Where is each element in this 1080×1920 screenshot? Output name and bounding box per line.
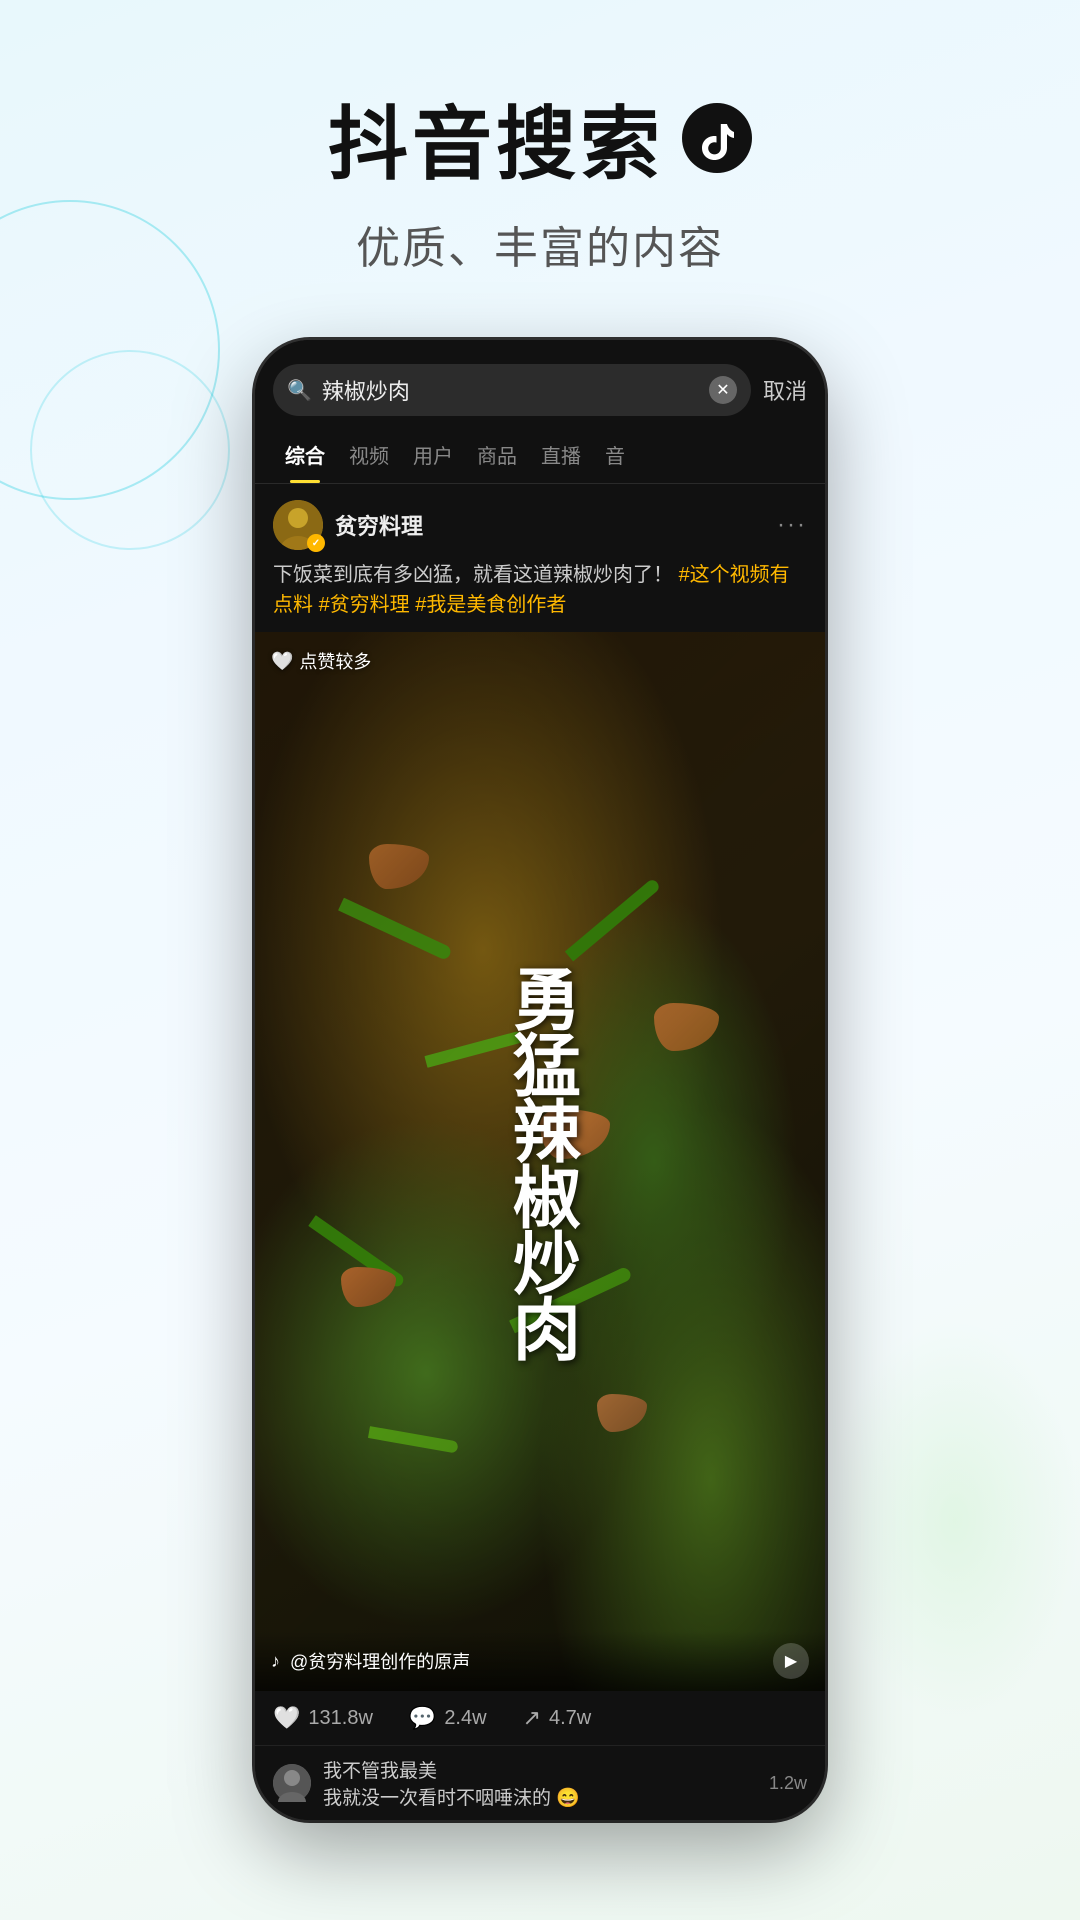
search-query-text: 辣椒炒肉 <box>322 374 699 406</box>
likes-stat[interactable]: 🤍 131.8w <box>273 1705 373 1731</box>
bg-decoration-blob <box>830 1320 1080 1720</box>
video-bottom-bar: ♪ @贫穷料理创作的原声 ▶ <box>255 1631 825 1691</box>
hashtag-2[interactable]: #贫穷料理 <box>319 594 416 616</box>
tab-music[interactable]: 音 <box>593 426 637 483</box>
tab-user[interactable]: 用户 <box>401 426 465 483</box>
comment-count-badge: 1.2w <box>769 1773 807 1794</box>
more-options-button[interactable]: ··· <box>777 511 807 539</box>
phone-screen: 🔍 辣椒炒肉 ✕ 取消 综合 视频 用户 商品 直播 音 <box>255 340 825 1820</box>
likes-badge: 🤍 点赞较多 <box>271 648 371 674</box>
shares-count: 4.7w <box>549 1707 591 1730</box>
main-title: 抖音搜索 <box>0 80 1080 196</box>
video-thumbnail: 勇猛辣椒炒肉 🤍 点赞较多 ♪ @贫穷料理创作的原声 ▶ <box>255 632 825 1691</box>
play-button[interactable]: ▶ <box>773 1643 809 1679</box>
tiktok-small-logo: ♪ <box>271 1651 280 1672</box>
likes-count: 131.8w <box>308 1707 373 1730</box>
tiktok-logo-icon <box>695 116 740 161</box>
search-input-container[interactable]: 🔍 辣椒炒肉 ✕ <box>273 364 751 416</box>
sound-label: @贫穷料理创作的原声 <box>290 1648 763 1674</box>
verified-badge: ✓ <box>307 534 325 552</box>
comment-text: 我就没一次看时不咽唾沫的 😄 <box>323 1788 580 1809</box>
likes-badge-text: 点赞较多 <box>299 648 371 674</box>
title-text: 抖音搜索 <box>328 80 664 196</box>
post-description: 下饭菜到底有多凶猛，就看这道辣椒炒肉了！ #这个视频有点料 #贫穷料理 #我是美… <box>255 560 825 632</box>
tab-product[interactable]: 商品 <box>465 426 529 483</box>
engagement-row: 🤍 131.8w 💬 2.4w ↗ 4.7w <box>255 1691 825 1745</box>
phone-mockup: 🔍 辣椒炒肉 ✕ 取消 综合 视频 用户 商品 直播 音 <box>255 340 825 1820</box>
subtitle: 优质、丰富的内容 <box>0 212 1080 276</box>
post-desc-text: 下饭菜到底有多凶猛，就看这道辣椒炒肉了！ <box>273 564 673 586</box>
comments-stat[interactable]: 💬 2.4w <box>409 1705 487 1731</box>
share-icon: ↗ <box>523 1705 541 1731</box>
avatar-container: ✓ <box>273 500 323 550</box>
post-header: ✓ 贫穷料理 ··· <box>255 484 825 560</box>
content-area: ✓ 贫穷料理 ··· 下饭菜到底有多凶猛，就看这道辣椒炒肉了！ #这个视频有点料… <box>255 484 825 1820</box>
search-icon: 🔍 <box>287 378 312 403</box>
tab-comprehensive[interactable]: 综合 <box>273 426 337 483</box>
hashtag-3[interactable]: #我是美食创作者 <box>415 594 566 616</box>
comment-icon: 💬 <box>409 1705 436 1731</box>
username[interactable]: 贫穷料理 <box>335 509 423 541</box>
comments-count: 2.4w <box>444 1707 486 1730</box>
header-section: 抖音搜索 优质、丰富的内容 <box>0 0 1080 316</box>
tab-live[interactable]: 直播 <box>529 426 593 483</box>
shares-stat[interactable]: ↗ 4.7w <box>523 1705 592 1731</box>
bg-decoration-circle-2 <box>30 350 230 550</box>
tab-video[interactable]: 视频 <box>337 426 401 483</box>
search-bar-area: 🔍 辣椒炒肉 ✕ 取消 <box>255 340 825 426</box>
tabs-row: 综合 视频 用户 商品 直播 音 <box>255 426 825 484</box>
commenter-avatar <box>273 1764 311 1802</box>
tiktok-logo-badge <box>682 103 752 173</box>
search-cancel-button[interactable]: 取消 <box>763 374 807 406</box>
heart-icon: 🤍 <box>271 651 293 672</box>
search-clear-button[interactable]: ✕ <box>709 376 737 404</box>
video-container[interactable]: 勇猛辣椒炒肉 🤍 点赞较多 ♪ @贫穷料理创作的原声 ▶ <box>255 632 825 1691</box>
comment-preview-row: 我不管我最美 我就没一次看时不咽唾沫的 😄 1.2w <box>255 1745 825 1820</box>
comment-preview-content: 我不管我最美 我就没一次看时不咽唾沫的 😄 <box>323 1756 757 1810</box>
like-icon: 🤍 <box>273 1705 300 1731</box>
commenter-name: 我不管我最美 <box>323 1761 437 1782</box>
commenter-avatar-image <box>273 1764 311 1802</box>
video-overlay-text: 勇猛辣椒炒肉 <box>503 964 578 1360</box>
post-user: ✓ 贫穷料理 <box>273 500 423 550</box>
